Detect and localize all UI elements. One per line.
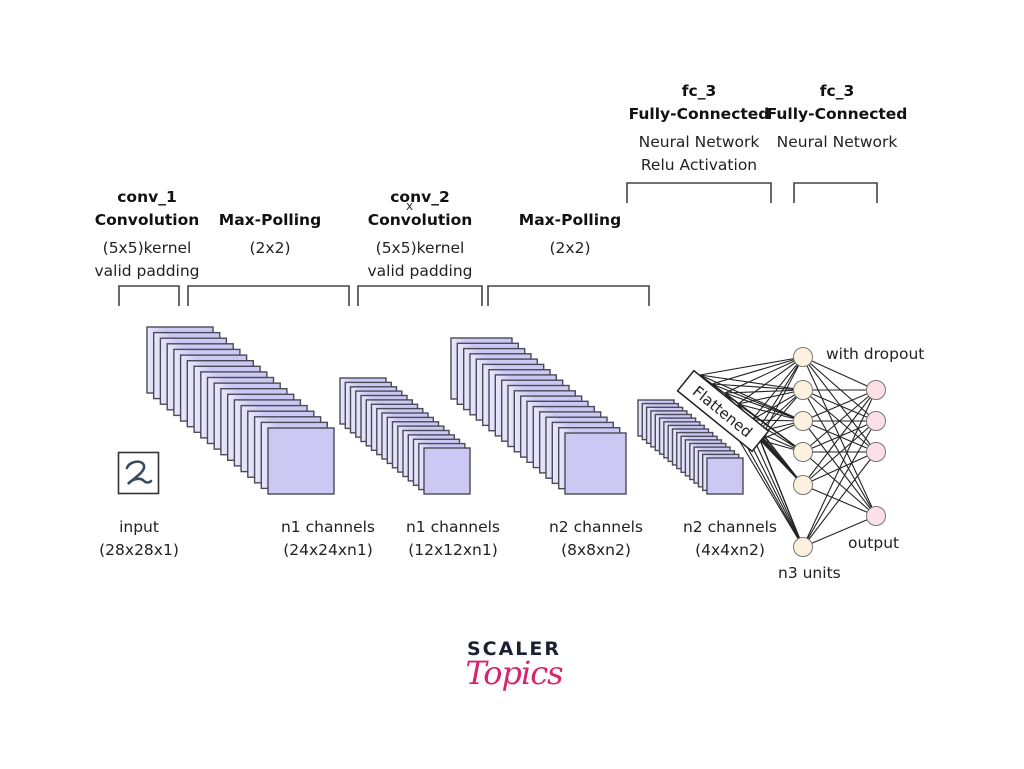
stage-detail: Neural Network — [638, 133, 760, 151]
tensor-label-line1: n2 channels — [548, 518, 644, 536]
hidden-units-label: n3 units — [778, 564, 841, 582]
logo-topics-text: Topics — [465, 654, 563, 692]
feature-stack-conv2 — [450, 337, 627, 495]
edge-hidden-to-output — [802, 356, 877, 422]
stage-detail: (5x5)kernel — [102, 239, 192, 257]
tensor-label-line1: n1 channels — [405, 518, 501, 536]
bracket-conv2 — [357, 285, 483, 306]
output-node — [866, 506, 886, 526]
bracket-fc3-b — [793, 182, 878, 203]
feature-map-layer — [267, 427, 335, 495]
tensor-label-line2: (24x24xn1) — [283, 541, 373, 559]
stage-name: conv_1 — [117, 188, 177, 206]
tensor-label-line2: (4x4xn2) — [695, 541, 765, 559]
stage-type: Max-Polling — [518, 211, 622, 229]
stage-label-conv1: conv_1 Convolution (5x5)kernel valid pad… — [86, 186, 208, 283]
stage-detail: (5x5)kernel — [375, 239, 465, 257]
stage-detail: Neural Network — [776, 133, 898, 151]
tensor-label-line2: (8x8xn2) — [561, 541, 631, 559]
stage-label-pool1: Max-Polling (2x2) — [208, 209, 332, 260]
stage-detail: Relu Activation — [640, 156, 758, 174]
stage-detail: valid padding — [367, 262, 473, 280]
edge-hidden-to-output — [802, 484, 877, 517]
tensor-label-line2: (12x12xn1) — [408, 541, 498, 559]
stage-label-fc3-b: fc_3 Fully-Connected Neural Network — [766, 80, 908, 154]
dropout-label: with dropout — [826, 345, 925, 363]
stage-label-conv2: conv_2 Convolution (5x5)kernel valid pad… — [359, 186, 481, 283]
bracket-pool2 — [487, 285, 650, 306]
tensor-label-line1: n2 channels — [682, 518, 778, 536]
feature-stack-conv1 — [146, 326, 335, 495]
tensor-label-input: input (28x28x1) — [89, 516, 189, 562]
stage-name: fc_3 — [819, 82, 855, 100]
feature-map-layer — [564, 432, 627, 495]
output-label: output — [848, 534, 900, 552]
bracket-conv1 — [118, 285, 180, 306]
output-node — [866, 380, 886, 400]
hidden-node — [793, 411, 813, 431]
input-image — [117, 451, 160, 495]
tensor-label-line1: n1 channels — [280, 518, 376, 536]
bracket-pool1 — [187, 285, 350, 306]
scaler-topics-logo: SCALER Topics — [464, 638, 564, 692]
stage-name: conv_2 — [390, 188, 450, 206]
stage-type: Convolution — [94, 211, 200, 229]
hidden-node — [793, 475, 813, 495]
hidden-node — [793, 442, 813, 462]
tensor-label-conv1-out: n1 channels (24x24xn1) — [270, 516, 386, 562]
stage-detail: valid padding — [94, 262, 200, 280]
hidden-node — [793, 380, 813, 400]
tensor-label-pool2-out: n2 channels (4x4xn2) — [672, 516, 788, 562]
stage-name: fc_3 — [681, 82, 717, 100]
hidden-node — [793, 537, 813, 557]
bracket-fc3-a — [626, 182, 772, 203]
feature-map-layer — [423, 447, 471, 495]
stage-label-pool2: Max-Polling (2x2) — [508, 209, 632, 260]
tensor-label-line2: (28x28x1) — [99, 541, 179, 559]
stage-type: Convolution — [367, 211, 473, 229]
output-node — [866, 411, 886, 431]
stage-type: Fully-Connected — [628, 105, 770, 123]
feature-map-stacks — [146, 326, 744, 495]
edge-hidden-to-output — [802, 420, 877, 486]
hidden-node — [793, 347, 813, 367]
stage-label-fc3-a: fc_3 Fully-Connected Neural Network Relu… — [628, 80, 770, 177]
stage-detail: (2x2) — [549, 239, 591, 257]
stage-type: Fully-Connected — [766, 105, 908, 123]
edge-hidden-to-output — [802, 389, 877, 548]
edge-hidden-to-output — [802, 420, 877, 548]
tensor-label-line1: input — [119, 518, 159, 536]
stage-detail: (2x2) — [249, 239, 291, 257]
tensor-label-conv2-out: n2 channels (8x8xn2) — [538, 516, 654, 562]
feature-map-layer — [706, 457, 744, 495]
tensor-label-pool1-out: n1 channels (12x12xn1) — [395, 516, 511, 562]
output-node — [866, 442, 886, 462]
stage-type: Max-Polling — [218, 211, 322, 229]
